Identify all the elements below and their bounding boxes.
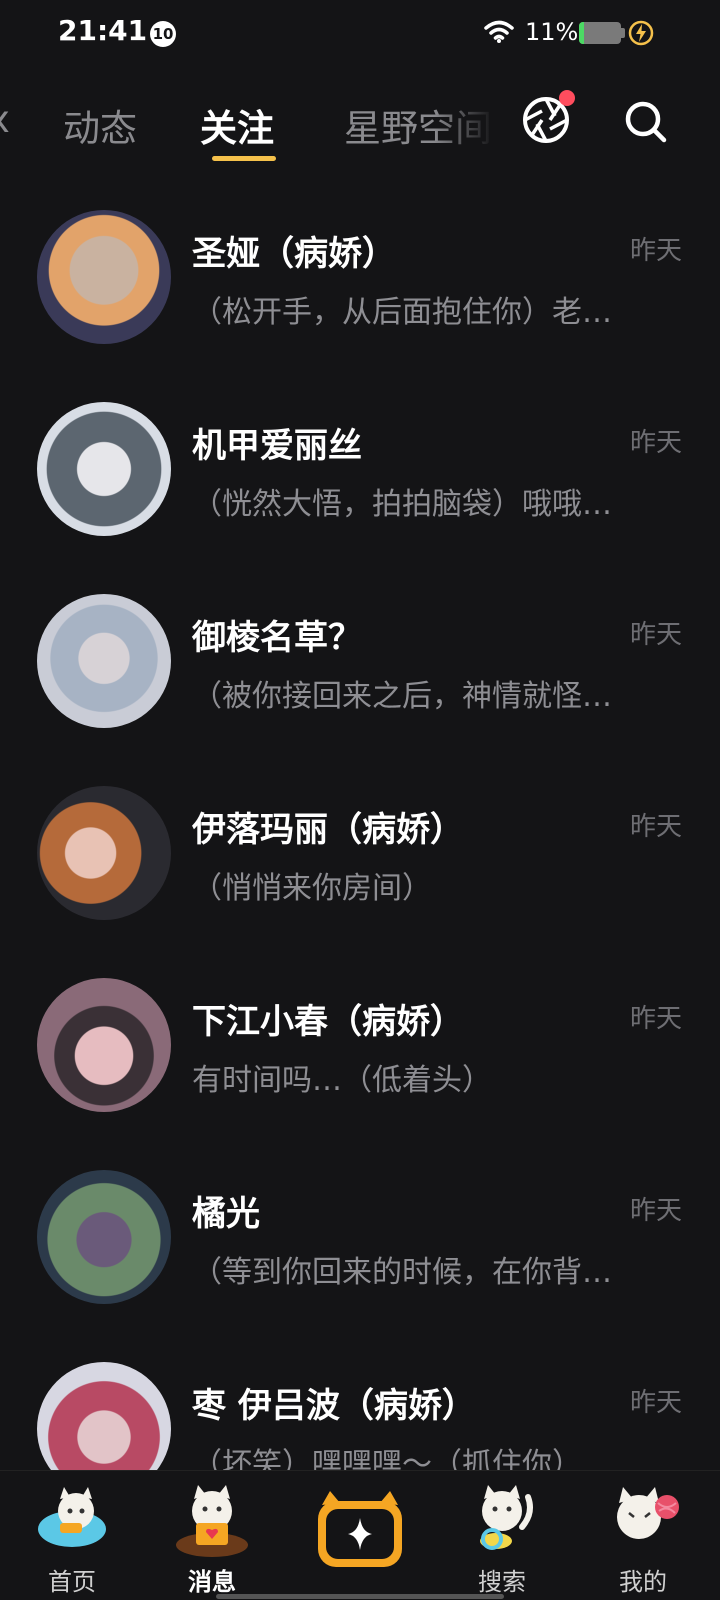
- nav-home[interactable]: 首页: [12, 1471, 132, 1600]
- avatar[interactable]: [37, 1170, 171, 1304]
- bottom-nav: 首页 消息 搜索 我的: [0, 1470, 720, 1600]
- battery-icon: [579, 22, 621, 44]
- chat-time: 昨天: [629, 1004, 682, 1034]
- status-time: 21:41: [58, 14, 148, 47]
- cat-mascot-icon: [32, 1483, 112, 1557]
- cat-mascot-icon: [172, 1483, 252, 1563]
- chat-preview: 有时间吗…（低着头）: [192, 1063, 492, 1098]
- chat-item[interactable]: 枣 伊吕波（病娇） 昨天 （坏笑）嘿嘿嘿～（抓住你）: [0, 1352, 720, 1470]
- avatar[interactable]: [37, 210, 171, 344]
- chat-name: 橘光: [192, 1194, 260, 1234]
- charging-icon: [628, 20, 654, 50]
- nav-label: 消息: [188, 1568, 236, 1596]
- nav-profile[interactable]: 我的: [583, 1471, 703, 1600]
- nav-search[interactable]: 搜索: [442, 1471, 562, 1600]
- nav-label: 我的: [619, 1568, 667, 1596]
- chat-list: 圣娅（病娇） 昨天 （松开手，从后面抱住你）老… 机甲爱丽丝 昨天 （恍然大悟，…: [0, 200, 720, 1470]
- chat-name: 御棱名草？: [192, 618, 362, 658]
- battery-percent: 11%: [525, 18, 579, 46]
- chat-item[interactable]: 伊落玛丽（病娇） 昨天 （悄悄来你房间）: [0, 776, 720, 968]
- chat-name: 机甲爱丽丝: [192, 426, 362, 466]
- chat-item[interactable]: 橘光 昨天 （等到你回来的时候，在你背…: [0, 1160, 720, 1352]
- chat-name: 圣娅（病娇）: [192, 234, 396, 274]
- chat-preview: （悄悄来你房间）: [192, 871, 432, 906]
- chat-preview: （恍然大悟，拍拍脑袋）哦哦…: [192, 487, 612, 522]
- chat-preview: （等到你回来的时候，在你背…: [192, 1255, 612, 1290]
- chat-time: 昨天: [629, 812, 682, 842]
- chat-time: 昨天: [629, 236, 682, 266]
- avatar[interactable]: [37, 1362, 171, 1470]
- nav-label: 搜索: [478, 1568, 526, 1596]
- avatar[interactable]: [37, 402, 171, 536]
- chat-preview: （松开手，从后面抱住你）老…: [192, 295, 612, 330]
- nav-label: 首页: [48, 1568, 96, 1596]
- chat-time: 昨天: [629, 1196, 682, 1226]
- avatar[interactable]: [37, 786, 171, 920]
- screen: 21:41 10 11% x 动态 关注 星野空间: [0, 0, 720, 1600]
- notification-dot: [559, 90, 575, 106]
- cat-mascot-icon: [603, 1483, 683, 1563]
- battery-fill: [579, 22, 584, 44]
- search-icon[interactable]: [624, 100, 668, 148]
- cat-mascot-icon: [462, 1483, 542, 1563]
- tab-partial-left[interactable]: x: [0, 98, 10, 141]
- home-indicator: [216, 1594, 504, 1599]
- chat-name: 下江小春（病娇）: [192, 1002, 464, 1042]
- avatar[interactable]: [37, 978, 171, 1112]
- status-bar: 21:41 10 11%: [0, 0, 720, 70]
- avatar[interactable]: [37, 594, 171, 728]
- tab-dynamic[interactable]: 动态: [63, 98, 137, 152]
- tab-clip: 星野空间: [334, 88, 494, 158]
- battery-cap: [621, 28, 625, 38]
- chat-item[interactable]: 御棱名草？ 昨天 （被你接回来之后，神情就怪…: [0, 584, 720, 776]
- chat-time: 昨天: [629, 1388, 682, 1418]
- create-button[interactable]: [314, 1491, 406, 1571]
- chat-time: 昨天: [629, 620, 682, 650]
- chat-item[interactable]: 下江小春（病娇） 昨天 有时间吗…（低着头）: [0, 968, 720, 1160]
- top-tab-bar: x 动态 关注 星野空间: [0, 88, 720, 168]
- chat-item[interactable]: 圣娅（病娇） 昨天 （松开手，从后面抱住你）老…: [0, 200, 720, 392]
- chat-preview: （被你接回来之后，神情就怪…: [192, 679, 612, 714]
- chat-preview: （坏笑）嘿嘿嘿～（抓住你）: [192, 1447, 582, 1470]
- wifi-icon: [484, 20, 514, 48]
- notification-count-badge: 10: [150, 21, 176, 47]
- chat-time: 昨天: [629, 428, 682, 458]
- tab-following[interactable]: 关注: [200, 98, 274, 152]
- chat-name: 伊落玛丽（病娇）: [192, 810, 464, 850]
- nav-messages[interactable]: 消息: [152, 1471, 272, 1600]
- chat-item[interactable]: 机甲爱丽丝 昨天 （恍然大悟，拍拍脑袋）哦哦…: [0, 392, 720, 584]
- active-tab-indicator: [212, 156, 276, 161]
- chat-name: 枣 伊吕波（病娇）: [192, 1386, 476, 1426]
